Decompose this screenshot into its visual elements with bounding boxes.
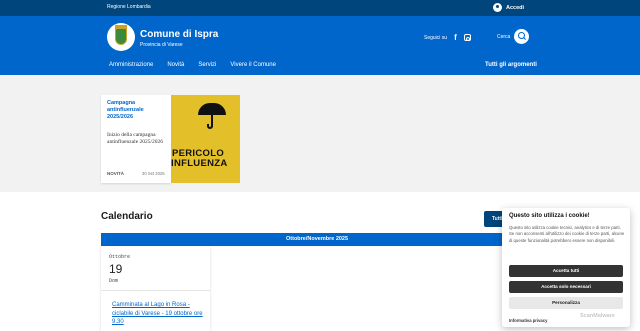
municipality-logo[interactable] — [107, 23, 135, 51]
news-card-date: 30 Set 2025 — [142, 171, 165, 176]
main-nav: Amministrazione Novità Servizi Vivere il… — [109, 62, 290, 68]
privacy-link[interactable]: Informativa privacy — [509, 318, 547, 323]
image-text-influenza: INFLUENZA — [171, 158, 228, 169]
news-card-title[interactable]: Campagna antinfluenzale 2025/2026 — [107, 100, 167, 121]
watermark-text: ScanMalware — [580, 313, 615, 319]
facebook-icon[interactable]: f — [454, 33, 457, 42]
day-weekday: Dom — [109, 278, 119, 284]
event-link[interactable]: Camminata al Lago in Rosa - ciclabile di… — [112, 301, 206, 327]
calendar-period-bar: Ottobre/Novembre 2025 — [101, 233, 521, 246]
login-button[interactable]: Accedi — [493, 3, 524, 12]
nav-item-amministrazione[interactable]: Amministrazione — [109, 62, 153, 68]
news-card-image: PERICOLO INFLUENZA — [171, 95, 240, 183]
news-card-tag[interactable]: NOVITÀ — [107, 171, 124, 176]
news-card-text: Inizio della campagna antinfluenzale 202… — [107, 132, 164, 145]
coat-of-arms-icon — [115, 28, 127, 45]
calendar-title: Calendario — [101, 211, 153, 222]
search-area: Cerca — [497, 29, 530, 44]
nav-all-topics[interactable]: Tutti gli argomenti — [485, 62, 537, 68]
umbrella-hook — [207, 124, 213, 129]
news-section — [0, 75, 640, 192]
nav-item-vivere-il-comune[interactable]: Vivere il Comune — [230, 62, 276, 68]
accept-all-button[interactable]: Accetta tutti — [509, 265, 623, 277]
calendar-period: Ottobre/Novembre 2025 — [286, 236, 349, 242]
main-header: Comune di Ispra Provincia di Varese Segu… — [0, 16, 640, 75]
site-title[interactable]: Comune di Ispra — [140, 29, 218, 40]
cookie-title: Questo sito utilizza i cookie! — [509, 213, 590, 219]
day-divider — [101, 290, 210, 291]
search-icon[interactable] — [514, 29, 530, 44]
region-link[interactable]: Regione Lombardia — [107, 4, 151, 10]
cookie-dialog: Questo sito utilizza i cookie! Questo si… — [502, 208, 630, 327]
slim-header: Regione Lombardia Accedi — [0, 0, 640, 16]
calendar-day-card: Ottobre 19 Dom Camminata al Lago in Rosa… — [101, 246, 210, 331]
news-card[interactable]: Campagna antinfluenzale 2025/2026 Inizio… — [101, 95, 171, 183]
nav-item-novita[interactable]: Novità — [167, 62, 184, 68]
social-label: Seguici su — [424, 34, 448, 41]
nav-item-servizi[interactable]: Servizi — [198, 62, 216, 68]
login-label: Accedi — [506, 4, 525, 11]
instagram-icon[interactable] — [463, 34, 471, 41]
user-icon — [493, 3, 502, 12]
site-subtitle: Provincia di Varese — [140, 42, 183, 48]
day-number: 19 — [109, 262, 123, 276]
cookie-text: Questo sito utilizza cookie tecnici, ana… — [509, 225, 625, 243]
accept-necessary-button[interactable]: Accetta solo necessari — [509, 281, 623, 293]
search-label: Cerca — [497, 33, 511, 40]
day-month: Ottobre — [109, 254, 131, 260]
customize-button[interactable]: Personalizza — [509, 297, 623, 309]
social-links: Seguici su f — [424, 33, 471, 42]
